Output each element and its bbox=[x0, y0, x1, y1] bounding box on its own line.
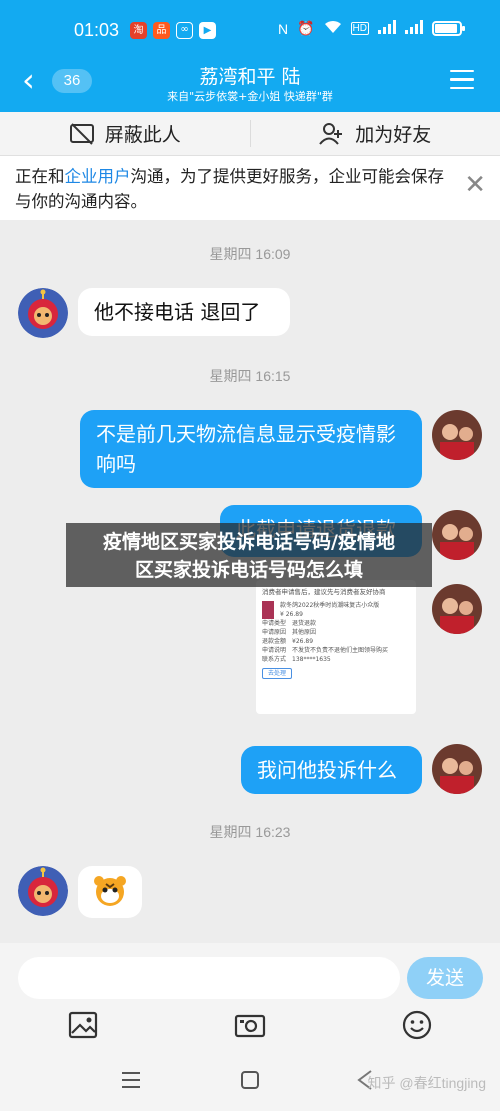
hamburger-menu-icon[interactable] bbox=[450, 70, 474, 90]
block-user-button[interactable]: 屏蔽此人 bbox=[0, 112, 250, 155]
avatar-contact[interactable] bbox=[18, 866, 68, 916]
status-app-icons: 淘 品 ∞ ▶ bbox=[130, 22, 216, 39]
card-label: 联系方式 bbox=[262, 656, 287, 663]
send-button[interactable]: 发送 bbox=[407, 957, 483, 999]
timestamp: 星期四 16:09 bbox=[209, 246, 291, 262]
card-value: 退货退款 bbox=[292, 620, 317, 627]
screenshot-image-message[interactable]: 消费者申请售后，建议先与消费者友好协商 款冬鸽2022秋季时尚潮味复古小众版 ¥… bbox=[256, 580, 416, 714]
chat-subtitle: 来自"云步依裳+金小姐 快递群"群 bbox=[167, 90, 333, 103]
app-icon-3: ∞ bbox=[176, 22, 193, 39]
emoji-icon[interactable] bbox=[401, 1009, 433, 1041]
camera-icon[interactable] bbox=[234, 1009, 266, 1041]
chat-title: 荔湾和平 陆 bbox=[199, 66, 301, 88]
card-value: 其他原因 bbox=[292, 629, 317, 636]
chat-header: ‹ 36 荔湾和平 陆 来自"云步依裳+金小姐 快递群"群 bbox=[0, 56, 500, 112]
avatar-self[interactable] bbox=[432, 410, 482, 460]
wifi-icon bbox=[324, 20, 342, 37]
home-icon[interactable] bbox=[240, 1070, 260, 1090]
card-label: 退款金额 bbox=[262, 638, 287, 645]
card-row: 申请原因 其他原因 bbox=[262, 628, 410, 637]
app-icon-2: 品 bbox=[153, 22, 170, 39]
status-bar: 01:03 淘 品 ∞ ▶ N ⏰ HD bbox=[0, 0, 500, 62]
card-title: 消费者申请售后，建议先与消费者友好协商 bbox=[262, 588, 386, 596]
overlay-line-2: 区买家投诉电话号码怎么填 bbox=[134, 559, 363, 581]
tiger-emoji-icon bbox=[94, 876, 126, 906]
image-icon[interactable] bbox=[67, 1009, 99, 1041]
input-bar: 发送 bbox=[0, 943, 500, 1049]
signal-icon bbox=[378, 20, 396, 37]
card-value: ¥26.89 bbox=[292, 638, 314, 645]
battery-icon bbox=[432, 21, 465, 36]
recent-apps-icon[interactable] bbox=[121, 1071, 141, 1089]
card-label: 申请类型 bbox=[262, 620, 287, 627]
title-overlay: 疫情地区买家投诉电话号码/疫情地 区买家投诉电话号码怎么填 bbox=[66, 523, 432, 587]
message-outgoing[interactable]: 我问他投诉什么 bbox=[241, 746, 422, 794]
card-row: 退款金额 ¥26.89 bbox=[262, 637, 410, 646]
message-incoming[interactable]: 他不接电话 退回了 bbox=[78, 288, 290, 336]
notice-text-before: 正在和 bbox=[15, 167, 65, 186]
signal-icon-2 bbox=[405, 20, 423, 37]
action-bar: 屏蔽此人 加为好友 bbox=[0, 112, 500, 156]
message-sticker[interactable] bbox=[78, 866, 142, 918]
message-input[interactable] bbox=[18, 957, 400, 999]
product-thumbnail bbox=[262, 601, 274, 619]
avatar-contact[interactable] bbox=[18, 288, 68, 338]
system-icons: N ⏰ HD bbox=[277, 20, 465, 37]
card-row: 联系方式 138****1635 bbox=[262, 655, 410, 664]
avatar-self[interactable] bbox=[432, 584, 482, 634]
nfc-icon: N bbox=[277, 20, 289, 37]
card-product: 款冬鸽2022秋季时尚潮味复古小众版 bbox=[280, 602, 380, 609]
block-user-label: 屏蔽此人 bbox=[104, 124, 181, 146]
system-nav-bar: 知乎 @春红tingjing bbox=[0, 1049, 500, 1111]
status-time: 01:03 bbox=[74, 20, 120, 40]
add-person-icon bbox=[319, 122, 343, 145]
app-icon-1: 淘 bbox=[130, 22, 147, 39]
overlay-line-1: 疫情地区买家投诉电话号码/疫情地 bbox=[103, 531, 395, 553]
card-value: 不发货不负责不退他们主图领导购买 bbox=[292, 647, 389, 654]
hd-icon: HD bbox=[350, 22, 369, 35]
avatar-self[interactable] bbox=[432, 744, 482, 794]
close-icon[interactable]: ✕ bbox=[464, 172, 486, 198]
card-product-row: 款冬鸽2022秋季时尚潮味复古小众版 ¥ 26.89 bbox=[262, 601, 410, 619]
top-bar: 01:03 淘 品 ∞ ▶ N ⏰ HD ‹ 36 荔湾和平 陆 来自"云步依裳… bbox=[0, 0, 500, 112]
timestamp: 星期四 16:23 bbox=[209, 824, 291, 840]
timestamp: 星期四 16:15 bbox=[209, 368, 291, 384]
card-row: 申请类型 退货退款 bbox=[262, 619, 410, 628]
card-value: 138****1635 bbox=[292, 656, 331, 663]
card-row: 申请说明 不发货不负责不退他们主图领导购买 bbox=[262, 646, 410, 655]
card-price: ¥ 26.89 bbox=[280, 611, 303, 618]
enterprise-notice: 正在和企业用户沟通，为了提供更好服务，企业可能会保存与你的沟通内容。 ✕ bbox=[0, 156, 500, 220]
enterprise-user-link[interactable]: 企业用户 bbox=[65, 167, 131, 186]
card-label: 申请说明 bbox=[262, 647, 287, 654]
card-label: 申请原因 bbox=[262, 629, 287, 636]
block-icon bbox=[69, 122, 94, 145]
add-friend-button[interactable]: 加为好友 bbox=[251, 112, 500, 155]
app-icon-4: ▶ bbox=[199, 22, 216, 39]
source-credit: 知乎 @春红tingjing bbox=[367, 1075, 486, 1091]
avatar-self[interactable] bbox=[432, 510, 482, 560]
card-process-button: 去处理 bbox=[262, 668, 293, 679]
add-friend-label: 加为好友 bbox=[355, 124, 432, 146]
alarm-icon: ⏰ bbox=[297, 20, 315, 36]
message-outgoing[interactable]: 不是前几天物流信息显示受疫情影响吗 bbox=[80, 410, 422, 488]
